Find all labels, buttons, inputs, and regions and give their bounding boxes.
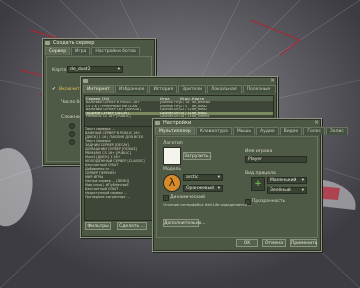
browse-logo-button[interactable]: Загрузить... — [183, 152, 212, 160]
tab-lan[interactable]: Локальная сеть — [207, 85, 242, 100]
server-browser-tabs: Интернет Избранное История Зрители Локал… — [81, 85, 277, 100]
create-server-titlebar[interactable]: Создать сервер — [43, 39, 155, 47]
tab-record[interactable]: Запис — [325, 127, 348, 135]
tab-history[interactable]: История — [149, 85, 178, 93]
difficulty-radio-2[interactable] — [69, 131, 75, 137]
tab-voice[interactable]: Голос — [303, 127, 325, 135]
refresh-button[interactable]: Сделать ... — [117, 222, 147, 230]
crosshair-size-select[interactable]: Маленький ▾ — [267, 177, 307, 184]
cancel-button[interactable]: Отмена — [262, 239, 286, 247]
map-select[interactable]: de_dust2 ▾ — [67, 66, 123, 73]
model-value: arctic — [186, 175, 199, 180]
close-icon[interactable]: × — [314, 119, 319, 127]
crosshair-color-value: Зелёный — [270, 188, 291, 193]
difficulty-radio-1[interactable] — [69, 123, 75, 129]
steam-icon — [83, 79, 88, 83]
crosshair-color-select[interactable]: Зелёный ▾ — [267, 187, 307, 194]
filters-button[interactable]: Фильтры — [85, 222, 111, 230]
model-label: Модель — [163, 167, 182, 172]
tab-game[interactable]: Игра — [71, 47, 91, 55]
create-server-title: Создать сервер — [53, 40, 95, 46]
close-icon[interactable]: × — [270, 77, 275, 85]
tab-useful[interactable]: Полезные сети — [242, 85, 276, 100]
map-label: Карта: — [52, 68, 68, 73]
server-name: PRIMARIS CS 16+ [PUBLIC] — [86, 115, 131, 119]
logo-label: Логотип — [163, 141, 183, 146]
player-name-input[interactable]: Player — [245, 156, 307, 163]
color-value: Оранжевый — [186, 186, 215, 191]
apply-button[interactable]: Применить — [290, 239, 317, 247]
chevron-down-icon: ▾ — [217, 175, 220, 180]
tab-multiplayer[interactable]: Мультиплеер — [155, 127, 195, 135]
steam-icon — [45, 41, 50, 45]
tab-favorites[interactable]: Избранное — [114, 85, 149, 93]
tab-spectators[interactable]: Зрители — [178, 85, 207, 93]
tab-internet[interactable]: Интернет — [83, 85, 114, 93]
model-select[interactable]: arctic ▾ — [183, 174, 223, 181]
server-browser-titlebar[interactable]: × — [81, 77, 277, 85]
crosshair-size-value: Маленький — [270, 178, 297, 183]
chevron-down-icon: ▾ — [217, 186, 220, 191]
tab-keyboard[interactable]: Клавиатура — [195, 127, 232, 135]
bots-checkmark-icon[interactable]: ✔ — [52, 87, 56, 92]
tab-video[interactable]: Видео — [279, 127, 303, 135]
difficulty-radio-3[interactable] — [69, 139, 75, 145]
settings-window: Настройки × Мультиплеер Клавиатура Мышь … — [152, 118, 348, 252]
multiplayer-panel: Логотип Загрузить... Имя игрока Player М… — [156, 136, 318, 238]
map-value: de_dust2 — [70, 67, 91, 72]
crosshair-preview: + — [251, 177, 265, 191]
steam-icon — [155, 121, 160, 125]
dynamic-label: Динамический — [170, 195, 205, 200]
transparency-label: Прозрачность — [252, 199, 286, 204]
tab-server[interactable]: Сервер — [45, 47, 71, 55]
settings-tabs: Мультиплеер Клавиатура Мышь Аудио Видео … — [153, 127, 348, 135]
player-name-label: Имя игрока — [245, 149, 273, 154]
tab-bot-settings[interactable]: Настройки ботов — [91, 47, 140, 55]
color-select[interactable]: Оранжевый ▾ — [183, 185, 223, 192]
settings-title: Настройки — [163, 120, 192, 126]
ok-button[interactable]: OK — [236, 239, 258, 247]
logo-preview — [163, 147, 181, 165]
crosshair-view-label: Вид прицела — [245, 171, 276, 176]
hint-text: Отличие интерфейса Half-Life определяетс… — [163, 203, 252, 207]
tab-audio[interactable]: Аудио — [256, 127, 279, 135]
chevron-down-icon: ▾ — [301, 188, 304, 193]
half-life-lambda-icon: λ — [163, 174, 181, 192]
chevron-down-icon: ▾ — [117, 67, 120, 72]
chevron-down-icon: ▾ — [301, 178, 304, 183]
advanced-button[interactable]: Дополнительно... — [163, 219, 206, 227]
settings-titlebar[interactable]: Настройки × — [153, 119, 321, 127]
dynamic-checkbox[interactable] — [163, 195, 169, 201]
create-server-tabs: Сервер Игра Настройки ботов — [43, 47, 155, 55]
tab-mouse[interactable]: Мышь — [232, 127, 256, 135]
